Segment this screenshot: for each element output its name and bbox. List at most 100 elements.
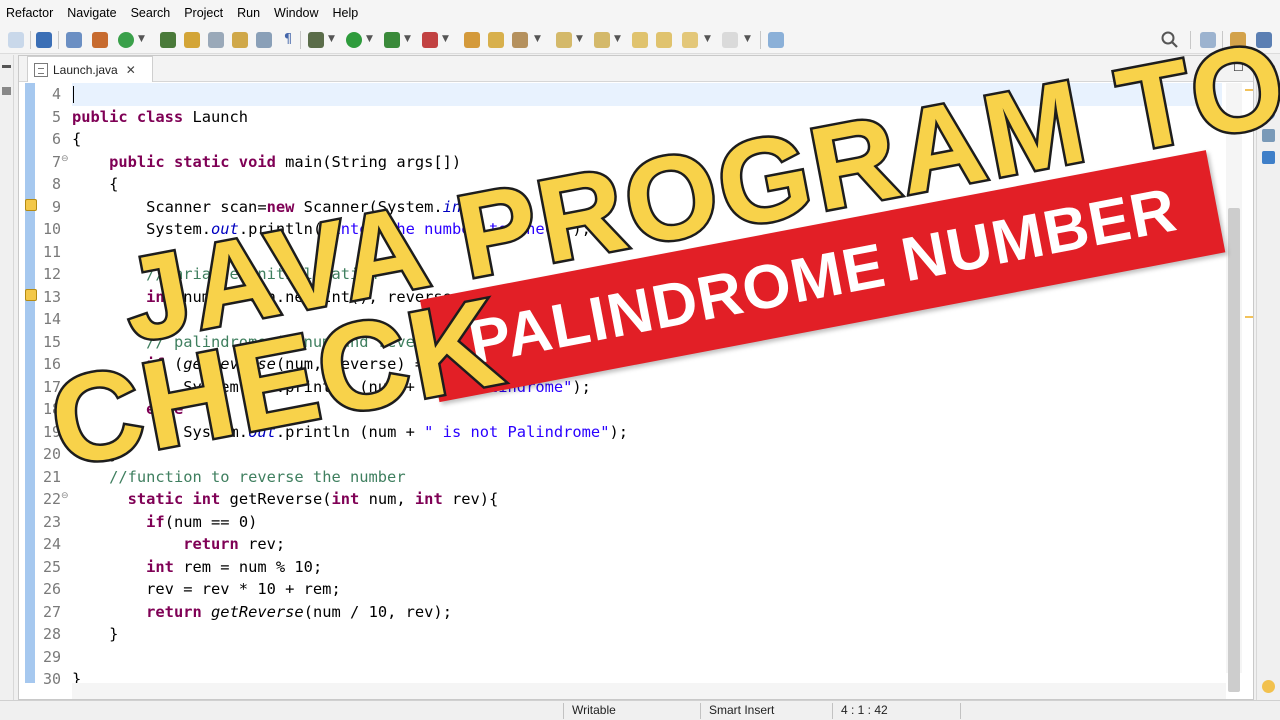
chevron-down-icon[interactable]: ▼ bbox=[534, 34, 541, 44]
line-number: 4 bbox=[51, 85, 61, 103]
status-divider bbox=[563, 703, 564, 719]
show-whitespace-icon[interactable] bbox=[256, 32, 272, 48]
tip-icon[interactable] bbox=[1262, 680, 1275, 693]
menu-search[interactable]: Search bbox=[131, 6, 171, 20]
chevron-down-icon[interactable]: ▼ bbox=[614, 34, 621, 44]
line-number: 10 bbox=[42, 220, 61, 238]
chevron-down-icon[interactable]: ▼ bbox=[744, 34, 751, 44]
menu-bar: Refactor Navigate Search Project Run Win… bbox=[0, 0, 1280, 26]
scrollbar-thumb[interactable] bbox=[1228, 208, 1240, 692]
line-number: 14 bbox=[42, 310, 61, 328]
menu-window[interactable]: Window bbox=[274, 6, 318, 20]
line-number: 12 bbox=[42, 265, 61, 283]
toolbar-separator bbox=[300, 31, 301, 49]
code-line: return rev; bbox=[183, 535, 286, 553]
status-bar: Writable Smart Insert 4 : 1 : 42 bbox=[0, 700, 1280, 720]
toolbar-separator bbox=[58, 31, 59, 49]
open-folder-icon[interactable] bbox=[488, 32, 504, 48]
refresh-icon[interactable] bbox=[118, 32, 134, 48]
console-icon[interactable] bbox=[36, 32, 52, 48]
line-number: 30 bbox=[42, 670, 61, 688]
status-insert-mode[interactable]: Smart Insert bbox=[709, 703, 774, 717]
menu-help[interactable]: Help bbox=[333, 6, 359, 20]
line-number: 23 bbox=[42, 512, 61, 531]
line-number: 22 bbox=[42, 490, 61, 508]
warning-icon[interactable] bbox=[25, 199, 37, 211]
run-icon[interactable] bbox=[346, 32, 362, 48]
chevron-down-icon[interactable]: ▼ bbox=[366, 34, 373, 44]
pilcrow-icon[interactable]: ¶ bbox=[280, 32, 296, 48]
warning-icon[interactable] bbox=[25, 289, 37, 301]
open-type-icon[interactable] bbox=[512, 32, 528, 48]
tab-launch-java[interactable]: Launch.java ✕ bbox=[27, 56, 153, 82]
forward-nav-icon[interactable] bbox=[722, 32, 738, 48]
previous-annotation-icon[interactable] bbox=[594, 32, 610, 48]
chevron-down-icon[interactable]: ▼ bbox=[404, 34, 411, 44]
code-line: public class Launch bbox=[72, 107, 249, 126]
menu-refactor[interactable]: Refactor bbox=[6, 6, 53, 20]
next-annotation-icon[interactable] bbox=[556, 32, 572, 48]
status-writable: Writable bbox=[572, 703, 616, 717]
left-minimized-panel bbox=[0, 55, 14, 700]
line-number: 24 bbox=[42, 535, 61, 553]
line-number: 28 bbox=[42, 625, 61, 643]
code-line: } bbox=[72, 670, 82, 683]
code-line: public static void main(String args[]) bbox=[109, 152, 462, 171]
restore-icon[interactable] bbox=[2, 65, 11, 68]
coverage-icon[interactable] bbox=[384, 32, 400, 48]
code-line: return getReverse(num / 10, rev); bbox=[146, 602, 452, 621]
line-number: 29 bbox=[42, 647, 61, 666]
chevron-down-icon[interactable]: ▼ bbox=[138, 34, 145, 44]
toggle-mark-icon[interactable] bbox=[208, 32, 224, 48]
highlight-icon[interactable] bbox=[184, 32, 200, 48]
line-number: 15 bbox=[42, 332, 61, 351]
line-number: 8 bbox=[51, 175, 61, 193]
menu-run[interactable]: Run bbox=[237, 6, 260, 20]
line-number: 11 bbox=[42, 242, 61, 261]
menu-navigate[interactable]: Navigate bbox=[67, 6, 116, 20]
java-file-icon bbox=[34, 62, 48, 77]
chevron-down-icon[interactable]: ▼ bbox=[328, 34, 335, 44]
external-tools-icon[interactable] bbox=[422, 32, 438, 48]
code-line: { bbox=[72, 130, 82, 148]
task-icon[interactable] bbox=[66, 32, 82, 48]
debug-icon[interactable] bbox=[308, 32, 324, 48]
back-icon[interactable] bbox=[682, 32, 698, 48]
line-number: 21 bbox=[42, 467, 61, 486]
status-cursor-position: 4 : 1 : 42 bbox=[841, 703, 888, 717]
code-line: int rem = num % 10; bbox=[146, 557, 323, 576]
status-divider bbox=[832, 703, 833, 719]
toolbar-separator bbox=[30, 31, 31, 49]
chevron-down-icon[interactable]: ▼ bbox=[704, 34, 711, 44]
fold-toggle-icon[interactable]: ⊖ bbox=[61, 154, 69, 164]
chevron-down-icon[interactable]: ▼ bbox=[576, 34, 583, 44]
build-icon[interactable] bbox=[92, 32, 108, 48]
forward-icon[interactable] bbox=[656, 32, 672, 48]
chevron-down-icon[interactable]: ▼ bbox=[442, 34, 449, 44]
new-java-project-icon[interactable] bbox=[464, 32, 480, 48]
debug-perspective-icon[interactable] bbox=[160, 32, 176, 48]
block-select-icon[interactable] bbox=[232, 32, 248, 48]
code-line: static int getReverse(int num, int rev){ bbox=[127, 490, 499, 508]
last-edit-icon[interactable] bbox=[632, 32, 648, 48]
code-line: if(num == 0) bbox=[146, 512, 258, 531]
close-icon[interactable]: ✕ bbox=[126, 63, 136, 77]
menu-project[interactable]: Project bbox=[184, 6, 223, 20]
line-number: 7 bbox=[51, 152, 61, 171]
line-number: 27 bbox=[42, 602, 61, 621]
line-number: 6 bbox=[51, 130, 61, 148]
horizontal-scrollbar[interactable] bbox=[72, 683, 1226, 699]
line-number: 26 bbox=[42, 580, 61, 598]
view-icon[interactable] bbox=[2, 87, 11, 95]
tab-label: Launch.java bbox=[53, 62, 118, 77]
pin-editor-icon[interactable] bbox=[768, 32, 784, 48]
overview-ruler-mark[interactable] bbox=[1245, 316, 1253, 318]
line-number: 13 bbox=[42, 287, 61, 306]
line-number: 9 bbox=[51, 197, 61, 216]
back-history-icon[interactable] bbox=[8, 32, 24, 48]
status-divider bbox=[960, 703, 961, 719]
toolbar-separator bbox=[760, 31, 761, 49]
code-line: { bbox=[72, 175, 119, 193]
status-divider bbox=[700, 703, 701, 719]
line-number: 25 bbox=[42, 557, 61, 576]
